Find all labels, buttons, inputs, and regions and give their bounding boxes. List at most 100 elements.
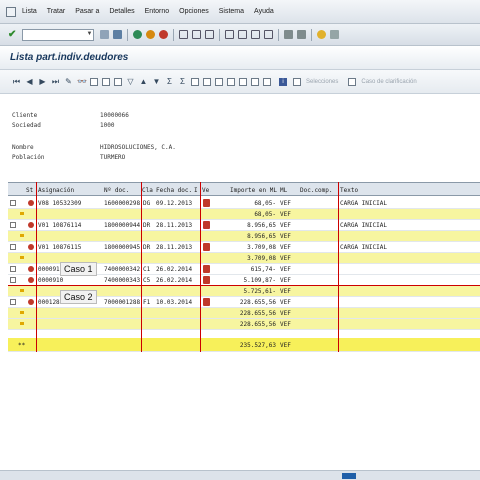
- col-texto[interactable]: Texto: [340, 187, 358, 194]
- menu-entorno[interactable]: Entorno: [145, 8, 170, 15]
- previous-item-icon[interactable]: ◀: [25, 77, 34, 86]
- cla-cell: DR: [143, 244, 151, 251]
- col-n-doc[interactable]: Nº doc.: [104, 187, 129, 194]
- status-icon: [28, 299, 34, 305]
- table-row[interactable]: V08 10532309 1600000298 DG 09.12.2013 68,05-…: [8, 198, 480, 209]
- subtotal-row[interactable]: 68,05- VEF: [8, 209, 480, 220]
- due-status-icon: [203, 276, 210, 284]
- selections-button[interactable]: Selecciones: [306, 79, 338, 85]
- previous-page-icon[interactable]: [238, 30, 248, 39]
- col-ve[interactable]: Ve: [202, 187, 209, 194]
- layout-icon[interactable]: [191, 77, 199, 86]
- table-row[interactable]: V01 10876114 1800000944 DR 28.11.2013 8.956,…: [8, 220, 480, 231]
- caso-2-label: Caso 2: [60, 290, 97, 304]
- selections-icon[interactable]: [293, 77, 301, 86]
- col-ml[interactable]: ML: [280, 187, 287, 194]
- document-icon[interactable]: [90, 77, 98, 86]
- row-checkbox[interactable]: [10, 266, 16, 272]
- display-icon[interactable]: 👓: [77, 77, 87, 86]
- importe-cell: 615,74-: [250, 266, 276, 273]
- first-item-icon[interactable]: ⏮: [12, 77, 21, 87]
- row-checkbox[interactable]: [10, 299, 16, 305]
- subtotal-row[interactable]: 8.956,65 VEF: [8, 231, 480, 242]
- due-status-icon: [203, 298, 210, 306]
- row-checkbox[interactable]: [10, 222, 16, 228]
- ml-cell: VEF: [280, 233, 291, 240]
- shortcut-icon[interactable]: [297, 30, 307, 39]
- row-checkbox[interactable]: [10, 200, 16, 206]
- col-i[interactable]: I: [194, 187, 198, 194]
- subtotal-row[interactable]: 228.655,56 VEF: [8, 319, 480, 330]
- subtotal-icon[interactable]: Σ: [178, 77, 187, 86]
- menu-bar: Lista Tratar Pasar a Detalles Entorno Op…: [0, 0, 480, 24]
- clarification-case-icon[interactable]: [348, 77, 357, 86]
- chevron-down-icon[interactable]: ▼: [86, 31, 92, 37]
- sort-descending-icon[interactable]: ▼: [152, 77, 161, 86]
- help-icon[interactable]: [317, 30, 327, 39]
- filter-icon[interactable]: ▽: [126, 77, 135, 86]
- spreadsheet-icon[interactable]: [215, 77, 223, 86]
- menu-lista[interactable]: Lista: [22, 8, 37, 15]
- select-all-icon[interactable]: [114, 77, 122, 86]
- column-divider: [141, 182, 142, 352]
- subtotal-row[interactable]: 228.655,56 VEF: [8, 308, 480, 319]
- menu-tratar[interactable]: Tratar: [47, 8, 65, 15]
- col-importe-ml[interactable]: Importe en ML: [230, 187, 277, 194]
- change-icon[interactable]: ✎: [64, 77, 73, 86]
- importe-cell: 5.725,61-: [243, 288, 276, 295]
- doc-number-cell: 7400000343: [104, 277, 141, 284]
- caso-1-label: Caso 1: [60, 262, 97, 276]
- save-layout-icon[interactable]: [263, 77, 271, 86]
- col-fecha-doc[interactable]: Fecha doc.: [156, 187, 192, 194]
- next-page-icon[interactable]: [251, 30, 261, 39]
- new-session-icon[interactable]: [284, 30, 294, 39]
- last-page-icon[interactable]: [264, 30, 274, 39]
- col-cla[interactable]: Cla: [142, 187, 153, 194]
- clarification-case-button[interactable]: Caso de clarificación: [361, 79, 416, 85]
- ml-cell: VEF: [280, 310, 291, 317]
- ml-cell: VEF: [280, 299, 291, 306]
- row-checkbox[interactable]: [10, 244, 16, 250]
- last-item-icon[interactable]: ⏭: [51, 77, 60, 87]
- cla-cell: DR: [143, 222, 151, 229]
- menu-opciones[interactable]: Opciones: [179, 8, 209, 15]
- sum-icon[interactable]: Σ: [165, 77, 174, 86]
- local-file-icon[interactable]: [239, 77, 247, 86]
- table-row[interactable]: V01 10876115 1800000945 DR 28.11.2013 3.709,…: [8, 242, 480, 253]
- menu-ayuda[interactable]: Ayuda: [254, 8, 274, 15]
- sort-ascending-icon[interactable]: ▲: [139, 77, 148, 86]
- subtotal-marker-icon: [20, 212, 24, 215]
- cancel-icon[interactable]: [159, 30, 169, 39]
- col-doc-comp[interactable]: Doc.comp.: [300, 187, 333, 194]
- find-next-icon[interactable]: [205, 30, 215, 39]
- print-icon[interactable]: [179, 30, 189, 39]
- word-processing-icon[interactable]: [227, 77, 235, 86]
- next-item-icon[interactable]: ▶: [38, 77, 47, 86]
- row-checkbox[interactable]: [10, 277, 16, 283]
- importe-cell: 68,05-: [254, 211, 276, 218]
- doc-number-cell: 7400000342: [104, 266, 141, 273]
- ml-cell: VEF: [280, 211, 291, 218]
- menu-sistema[interactable]: Sistema: [219, 8, 244, 15]
- doc-number-cell: 1800000945: [104, 244, 141, 251]
- back-arrow-icon[interactable]: [133, 30, 143, 39]
- back-icon[interactable]: [100, 30, 110, 39]
- col-asignacion[interactable]: Asignación: [38, 187, 74, 194]
- system-menu-icon[interactable]: [6, 6, 16, 17]
- menu-detalles[interactable]: Detalles: [109, 8, 134, 15]
- save-icon[interactable]: [113, 30, 123, 39]
- command-field[interactable]: ▼: [22, 28, 95, 41]
- first-page-icon[interactable]: [225, 30, 235, 39]
- info-icon[interactable]: i: [279, 77, 287, 86]
- choose-layout-icon[interactable]: [251, 77, 259, 86]
- find-icon[interactable]: [192, 30, 202, 39]
- export-icon[interactable]: [203, 77, 211, 86]
- exit-icon[interactable]: [146, 30, 156, 39]
- mark-icon[interactable]: [102, 77, 110, 86]
- layout-menu-icon[interactable]: [330, 30, 340, 39]
- col-st[interactable]: St: [26, 187, 33, 194]
- enter-check-icon[interactable]: ✔: [8, 29, 16, 40]
- status-icon: [28, 244, 34, 250]
- importe-cell: 68,05-: [254, 200, 276, 207]
- menu-pasar-a[interactable]: Pasar a: [75, 8, 99, 15]
